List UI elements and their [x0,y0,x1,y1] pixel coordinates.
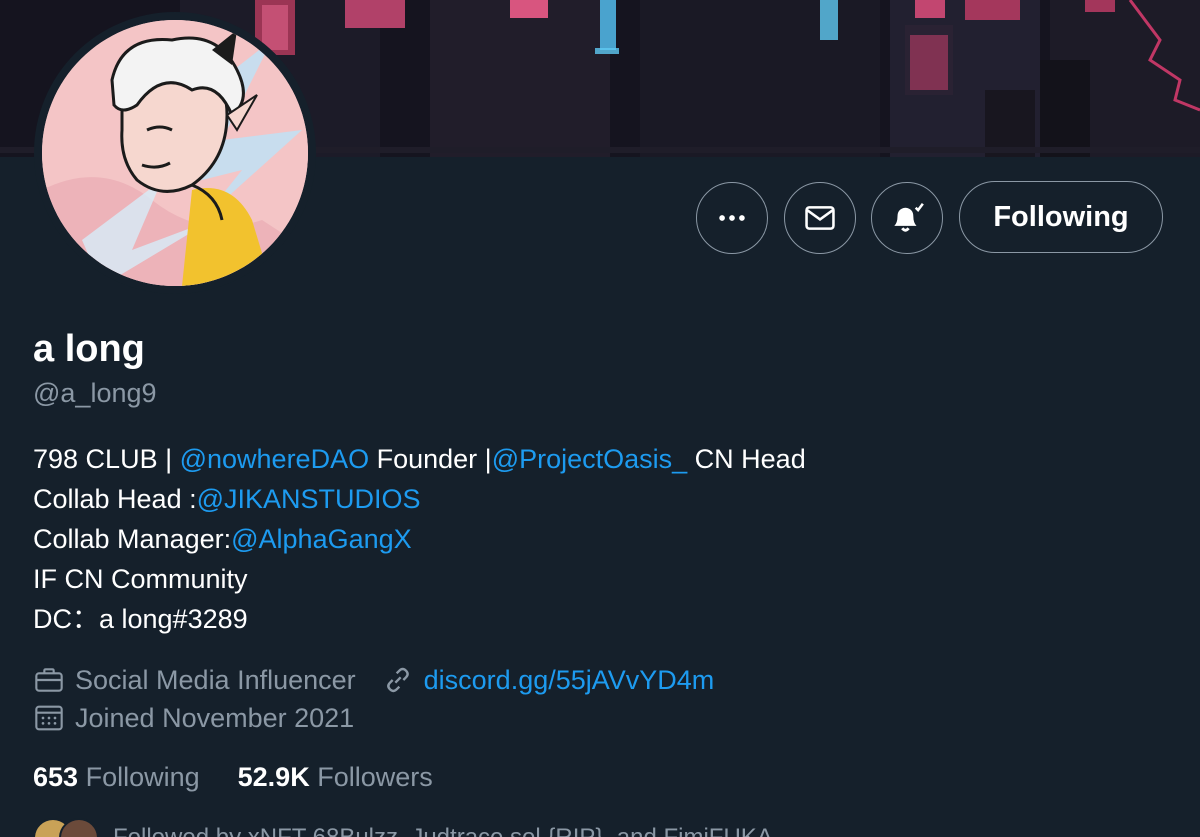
bio-text: Collab Manager: [33,524,232,554]
envelope-icon [805,206,835,230]
followers-count: 52.9K [237,762,310,792]
message-button[interactable] [784,182,856,254]
bell-check-icon [894,202,924,232]
followed-by[interactable]: Followed by xNFT 68Bulzz, Judtrace.sol {… [33,818,773,837]
more-horizontal-icon [719,215,745,221]
following-count-link[interactable]: 653 Following [33,762,200,793]
mention-link[interactable]: @nowhereDAO [180,444,370,474]
bio-line: IF CN Community [33,564,248,594]
profile-page: Following a long @a_long9 798 CLUB | @no… [0,0,1200,837]
category-item: Social Media Influencer [33,664,356,696]
category-label: Social Media Influencer [75,664,356,695]
mention-link[interactable]: @JIKANSTUDIOS [197,484,421,514]
following-label: Following [85,762,200,792]
bio-line: Collab Head :@JIKANSTUDIOS [33,479,806,519]
notifications-button[interactable] [871,182,943,254]
joined-date: Joined November 2021 [75,702,355,733]
meta-row: Joined November 2021 [33,699,714,737]
profile-handle: @a_long9 [33,378,157,408]
more-options-button[interactable] [696,182,768,254]
profile-url-link[interactable]: discord.gg/55jAVvYD4m [424,665,715,696]
follow-counts: 653 Following 52.9K Followers [33,762,433,793]
mention-link[interactable]: @AlphaGangX [231,524,412,554]
bio-text: 798 CLUB | [33,444,180,474]
avatar [59,818,99,837]
mention-link[interactable]: @ProjectOasis_ [492,444,687,474]
avatar-frame[interactable] [34,12,316,294]
followers-label: Followers [317,762,433,792]
joined-item: Joined November 2021 [33,702,354,734]
following-button[interactable]: Following [959,181,1163,253]
bio-text: CN Head [687,444,806,474]
followers-count-link[interactable]: 52.9K Followers [238,762,433,793]
link-icon [386,667,409,693]
profile-name: a long [33,328,145,370]
bio-line: DC：a long#3289 [33,604,248,634]
bio-text: Collab Head : [33,484,197,514]
calendar-icon [35,705,63,731]
meta-row: Social Media Influencer discord.gg/55jAV… [33,661,714,699]
following-count: 653 [33,762,79,792]
avatar [42,20,308,286]
url-item[interactable]: discord.gg/55jAVvYD4m [382,664,715,696]
briefcase-icon [35,668,63,692]
bio-line: Collab Manager:@AlphaGangX [33,519,806,559]
bio-line: 798 CLUB | @nowhereDAO Founder |@Project… [33,439,806,479]
bio-text: Founder | [369,444,492,474]
profile-bio: 798 CLUB | @nowhereDAO Founder |@Project… [33,439,806,639]
followed-by-text: Followed by xNFT 68Bulzz, Judtrace.sol {… [113,818,773,837]
profile-meta: Social Media Influencer discord.gg/55jAV… [33,661,714,737]
avatar-illustration [42,20,308,286]
